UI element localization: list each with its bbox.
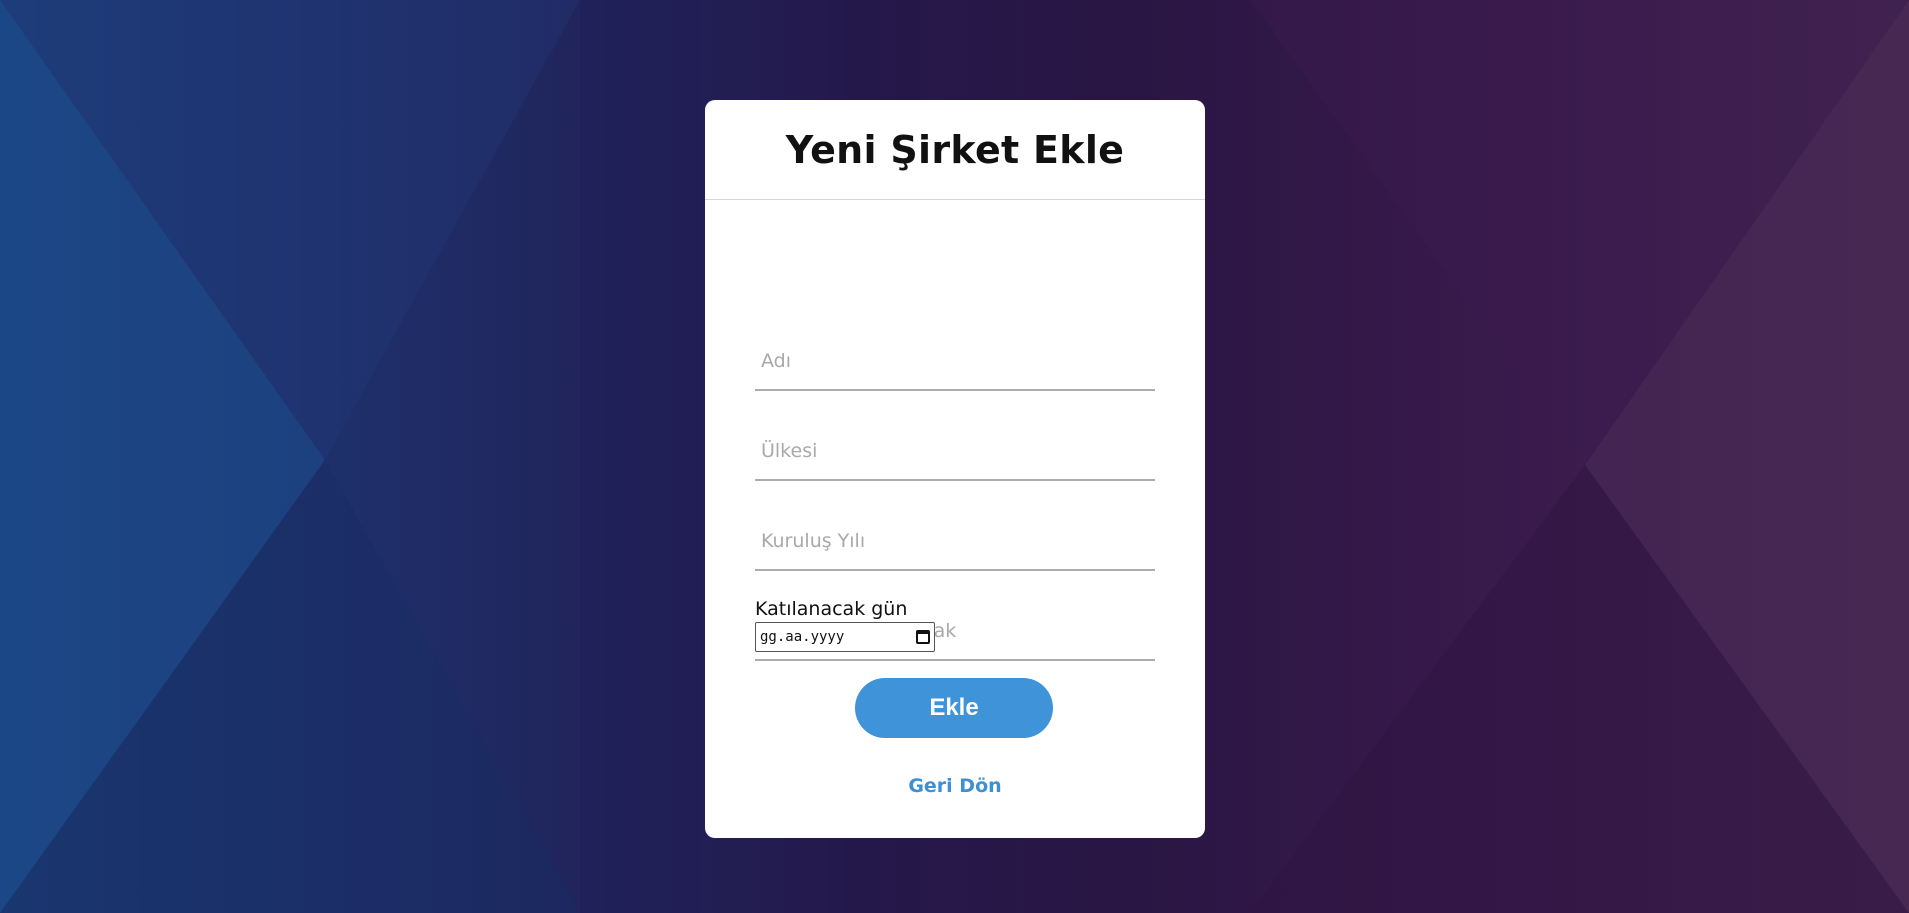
- date-input-placeholder: gg.aa.yyyy: [760, 629, 845, 645]
- name-input[interactable]: [755, 333, 1155, 389]
- founded-year-field-wrapper: [755, 513, 1155, 571]
- name-field-wrapper: [755, 333, 1155, 391]
- add-button[interactable]: Ekle: [855, 678, 1053, 738]
- page-title: Yeni Şirket Ekle: [705, 100, 1205, 200]
- country-input[interactable]: [755, 423, 1155, 479]
- country-field-wrapper: [755, 423, 1155, 481]
- calendar-icon[interactable]: [916, 630, 930, 644]
- back-link[interactable]: Geri Dön: [705, 775, 1205, 797]
- founded-year-input[interactable]: [755, 513, 1155, 569]
- date-input[interactable]: gg.aa.yyyy: [755, 622, 935, 652]
- add-company-card: Yeni Şirket Ekle Katılanacak gün gg.aa.y…: [705, 100, 1205, 838]
- date-label: Katılanacak gün: [755, 598, 908, 620]
